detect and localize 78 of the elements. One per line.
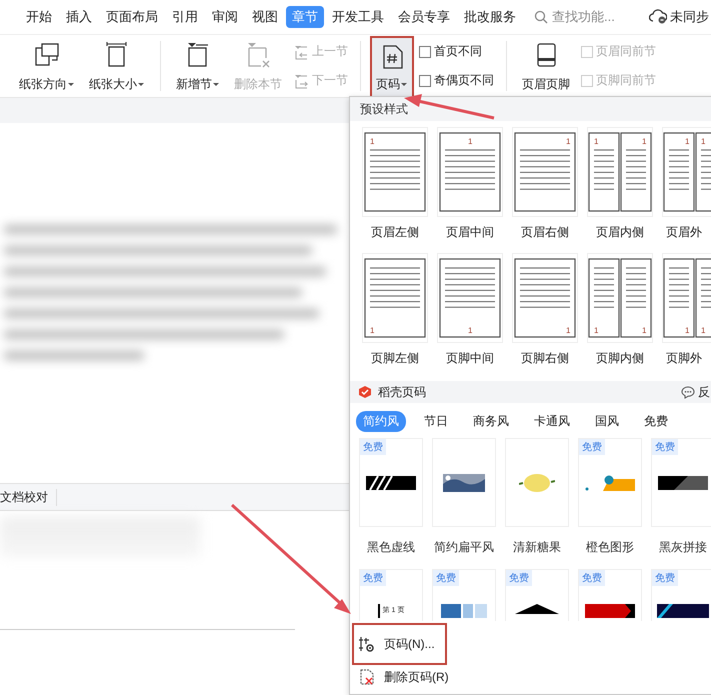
free-badge: 免费 — [579, 439, 605, 455]
page-layout-icon: 1 — [364, 132, 426, 212]
page-layout-icon: 1 — [364, 258, 426, 338]
menu-tab[interactable]: 会员专享 — [392, 6, 456, 28]
store-title: 稻壳页码 — [378, 384, 426, 400]
page-layout-icon: 1 — [514, 258, 576, 338]
search-icon — [534, 10, 548, 24]
sync-button[interactable]: 未同步 — [648, 8, 709, 26]
checkbox-label: 页脚同前节 — [596, 72, 656, 89]
feedback-button[interactable]: 反 — [681, 384, 710, 400]
style-tab[interactable]: 国风 — [588, 411, 626, 432]
template-name: 橙色图形 — [586, 539, 634, 556]
paper-size-button[interactable]: 纸张大小 — [84, 35, 150, 97]
cloud-icon — [648, 9, 667, 25]
template-name: 清新糖果 — [513, 539, 561, 556]
header-footer-button[interactable]: 页眉页脚 — [517, 35, 575, 97]
template-preview — [519, 472, 555, 492]
search-field[interactable]: 查找功能... — [534, 8, 615, 26]
orientation-button[interactable]: 纸张方向 — [14, 35, 80, 97]
template-preview — [585, 474, 635, 490]
template-preview — [585, 604, 635, 618]
style-tab[interactable]: 节日 — [417, 411, 455, 432]
template-name: 黑色虚线 — [367, 539, 415, 556]
menu-tab[interactable]: 引用 — [166, 6, 204, 28]
style-tab[interactable]: 免费 — [637, 411, 675, 432]
proofing-button[interactable]: 文档校对 — [0, 488, 57, 506]
template-card[interactable] — [432, 438, 496, 527]
checkbox-label: 奇偶页不同 — [434, 72, 494, 89]
menu-tab[interactable]: 插入 — [60, 6, 98, 28]
free-badge: 免费 — [579, 570, 605, 586]
template-preview — [441, 604, 487, 618]
template-preview — [443, 474, 485, 492]
free-badge: 免费 — [506, 570, 532, 586]
menu-tab[interactable]: 页面布局 — [100, 6, 164, 28]
template-card[interactable]: 免费 — [359, 438, 423, 527]
caret-icon — [137, 80, 145, 88]
menu-item[interactable]: 删除页码(R) — [354, 663, 457, 691]
template-preview — [366, 476, 416, 490]
free-badge: 免费 — [360, 570, 386, 586]
menu-item[interactable]: 页码(N)... — [354, 625, 445, 663]
shield-logo-icon — [358, 385, 372, 399]
checkbox-label: 首页不同 — [434, 43, 482, 60]
menu-tab[interactable]: 开发工具 — [326, 6, 390, 28]
page-layout-icon: 1 — [514, 132, 576, 212]
checkbox[interactable] — [419, 46, 431, 58]
add-section-button[interactable]: 新增节 — [171, 35, 225, 97]
arrow-right-icon — [293, 72, 309, 88]
caret-icon — [400, 80, 408, 88]
menu-tab[interactable]: 批改服务 — [458, 6, 522, 28]
template-name: 简约扁平风 — [434, 539, 494, 556]
caret-icon — [67, 80, 75, 88]
template-card[interactable]: 免费 — [578, 438, 642, 527]
settings-icon — [358, 635, 376, 653]
template-preview — [657, 604, 709, 618]
template-name: 黑灰拼接 — [659, 539, 707, 556]
caret-icon — [212, 80, 220, 88]
template-preview — [378, 604, 380, 618]
menu-tab[interactable]: 视图 — [246, 6, 284, 28]
checkbox[interactable] — [419, 74, 431, 86]
free-badge: 免费 — [433, 570, 459, 586]
arrow-left-icon — [293, 44, 309, 60]
checkbox-label: 页眉同前节 — [596, 43, 656, 60]
style-tab[interactable]: 商务风 — [466, 411, 516, 432]
free-badge: 免费 — [360, 439, 386, 455]
menu-tab[interactable]: 审阅 — [206, 6, 244, 28]
page-number-button[interactable]: 页码 — [371, 37, 413, 97]
menu-tab[interactable]: 开始 — [20, 6, 58, 28]
delete-icon — [358, 668, 376, 686]
free-badge: 免费 — [652, 439, 678, 455]
chat-bubble-icon — [681, 385, 695, 399]
page-layout-icon: 1 — [439, 258, 501, 338]
section-header: 预设样式 — [350, 97, 711, 121]
template-card[interactable]: 免费 — [651, 438, 711, 527]
template-preview — [658, 476, 708, 490]
template-preview — [515, 604, 559, 614]
style-tab[interactable]: 卡通风 — [527, 411, 577, 432]
free-badge: 免费 — [652, 570, 678, 586]
page-layout-icon: 1 — [439, 132, 501, 212]
